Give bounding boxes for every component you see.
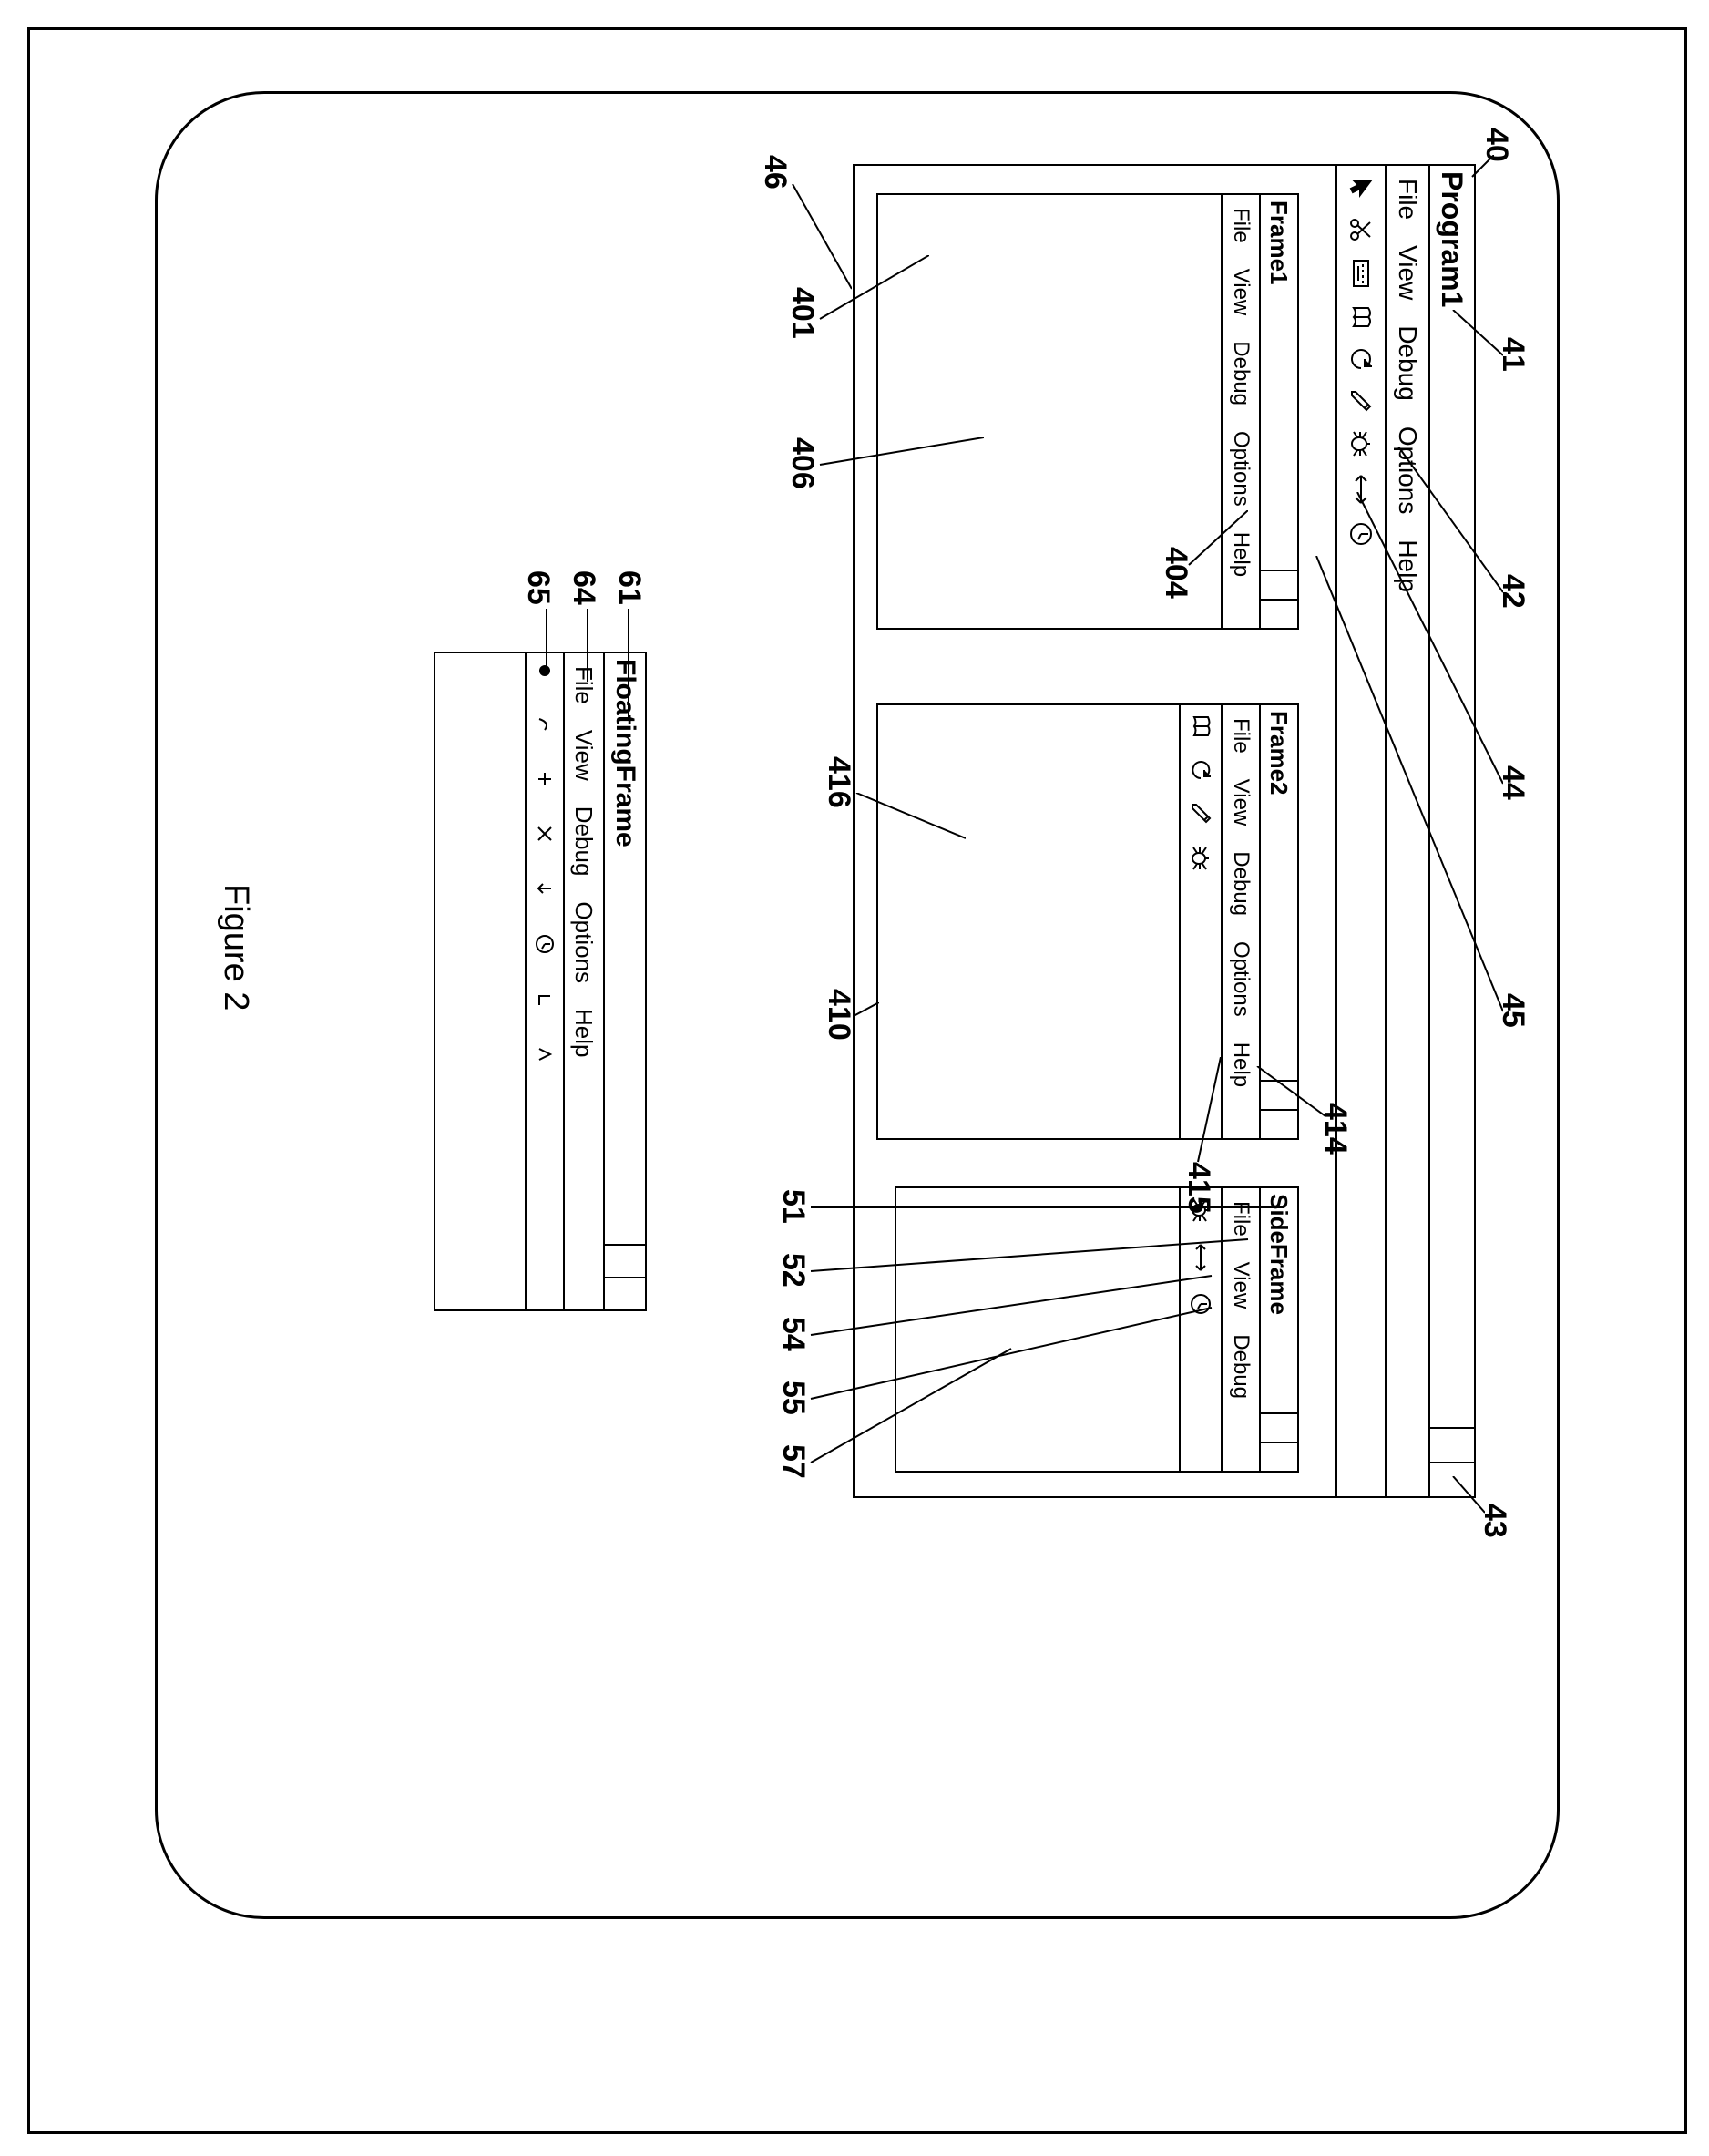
leader [1467,155,1494,182]
book-icon[interactable] [1189,714,1213,738]
window-controls[interactable] [605,1244,645,1309]
callout-61: 61 [611,570,647,605]
menu-view[interactable]: View [570,717,599,794]
leader [815,255,929,337]
tool-icon[interactable] [536,991,554,1009]
bug-icon[interactable] [1189,846,1213,871]
menu-file[interactable]: File [1393,166,1422,232]
menu-options[interactable]: Options [1228,418,1254,519]
pencil-icon[interactable] [1189,802,1213,826]
menu-file[interactable]: File [1228,705,1254,766]
pencil-icon[interactable] [1348,388,1374,414]
window-frame2: Frame2 File View Debug Options Help [876,703,1299,1140]
menu-debug[interactable]: Debug [1228,328,1254,418]
cursor-icon[interactable] [1348,175,1374,200]
window-floatingframe: FloatingFrame File View Debug Options He… [434,652,647,1311]
title-program1: Program1 [1436,166,1469,307]
tool-icon[interactable] [536,1045,554,1063]
title-frame2: Frame2 [1265,705,1294,796]
titlebar-floating: FloatingFrame [603,653,645,1309]
scissors-icon[interactable] [1348,217,1374,242]
leader [1312,556,1503,1030]
leader [1184,510,1248,574]
leader [815,437,984,492]
menu-options[interactable]: Options [570,888,599,996]
menu-debug[interactable]: Debug [1393,313,1422,414]
bug-icon[interactable] [1348,430,1374,457]
menu-view[interactable]: View [1228,256,1254,329]
toolbar-floating[interactable] [525,653,563,1309]
tool-icon[interactable] [536,770,554,788]
menu-options[interactable]: Options [1228,929,1254,1030]
leaders-floating [533,609,633,727]
menu-view[interactable]: View [1228,766,1254,839]
menu-file[interactable]: File [1228,195,1254,256]
callout-64: 64 [566,570,601,605]
menu-help[interactable]: Help [570,996,599,1070]
client-area-frame2 [876,705,1179,1138]
book-icon[interactable] [1348,304,1374,330]
title-frame1: Frame1 [1265,195,1294,285]
refresh-icon[interactable] [1189,758,1213,782]
tool-icon[interactable] [536,879,554,898]
menu-view[interactable]: View [1393,232,1422,313]
refresh-icon[interactable] [1348,346,1374,372]
keyboard-icon[interactable] [1350,259,1372,288]
leader [1253,1066,1325,1121]
leader [1448,310,1503,374]
menu-debug[interactable]: Debug [1228,838,1254,929]
window-controls[interactable] [1261,570,1297,628]
leader [1448,1476,1485,1522]
figure-caption: Figure 2 [216,884,255,1011]
menu-debug[interactable]: Debug [570,794,599,889]
callout-65: 65 [520,570,556,605]
tool-icon[interactable] [536,825,554,843]
leader [1189,1057,1221,1166]
clock-icon[interactable] [535,934,555,954]
menu-help[interactable]: Help [1228,1030,1254,1100]
titlebar-frame1: Frame1 [1259,195,1297,628]
leaders-sideframe [806,1203,1284,1513]
client-area-floating [434,653,525,1309]
leader [852,1002,879,1030]
menubar-floating[interactable]: File View Debug Options Help [563,653,603,1309]
leader [852,793,966,847]
